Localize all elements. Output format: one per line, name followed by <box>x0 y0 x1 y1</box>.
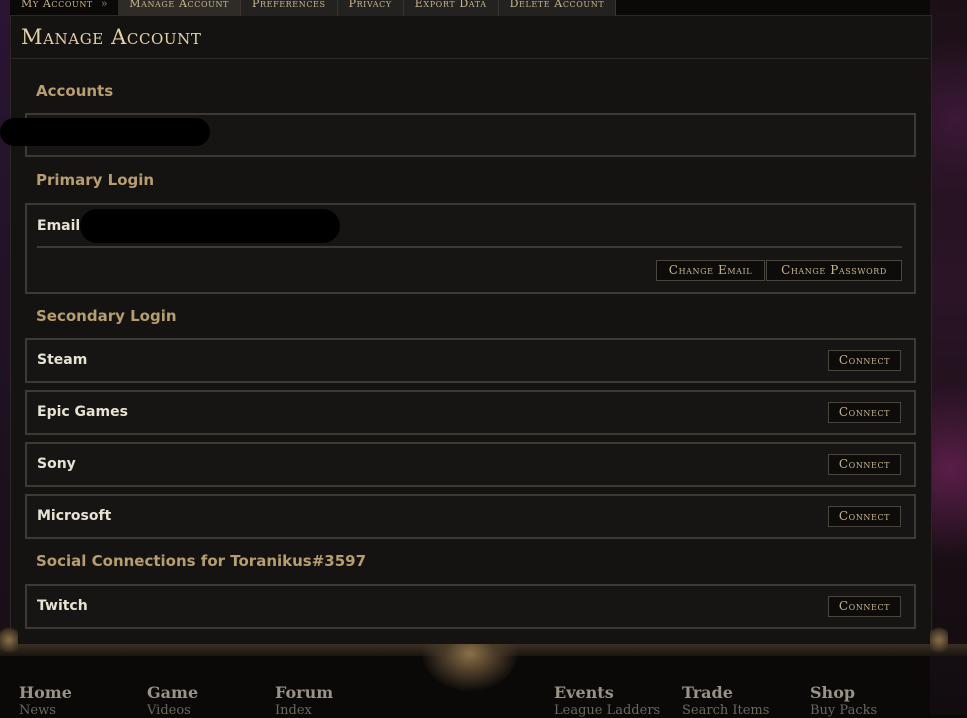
epic-games-row: Epic Games Connect <box>25 390 916 435</box>
tab-privacy[interactable]: Privacy <box>337 0 404 16</box>
footer-column-events: Events League Ladders <box>554 683 660 718</box>
sony-connect-button[interactable]: Connect <box>828 454 901 475</box>
frame-corner-right <box>930 625 948 655</box>
epic-games-label: Epic Games <box>37 404 128 420</box>
footer-column-home: Home News <box>19 683 72 718</box>
microsoft-label: Microsoft <box>37 508 112 524</box>
account-tabs: My Account » Manage Account Preferences … <box>10 0 617 16</box>
footer-link-index[interactable]: Index <box>275 703 333 718</box>
breadcrumb-separator: » <box>100 0 109 10</box>
title-divider <box>11 58 929 59</box>
frame-corner-left <box>0 625 18 655</box>
breadcrumb-my-account[interactable]: My Account » <box>10 0 118 16</box>
footer-column-trade: Trade Search Items <box>682 683 769 718</box>
footer-link-search-items[interactable]: Search Items <box>682 703 769 718</box>
microsoft-row: Microsoft Connect <box>25 494 916 539</box>
tab-delete-account[interactable]: Delete Account <box>498 0 617 16</box>
footer-link-game[interactable]: Game <box>147 683 198 702</box>
sony-label: Sony <box>37 456 76 472</box>
twitch-label: Twitch <box>37 598 88 614</box>
footer-link-events[interactable]: Events <box>554 683 660 702</box>
email-divider <box>37 246 902 248</box>
tab-preferences[interactable]: Preferences <box>241 0 338 16</box>
change-email-button[interactable]: Change Email <box>656 260 765 281</box>
microsoft-connect-button[interactable]: Connect <box>828 506 901 527</box>
redacted-email <box>80 209 340 243</box>
left-background <box>0 0 10 645</box>
page-title: Manage Account <box>21 25 202 49</box>
footer-link-trade[interactable]: Trade <box>682 683 769 702</box>
footer-link-videos[interactable]: Videos <box>147 703 198 718</box>
twitch-connect-button[interactable]: Connect <box>828 596 901 617</box>
social-connections-heading: Social Connections for Toranikus#3597 <box>36 552 367 570</box>
breadcrumb-label: My Account <box>21 0 93 10</box>
tab-manage-account[interactable]: Manage Account <box>118 0 241 16</box>
footer-column-forum: Forum Index <box>275 683 333 718</box>
twitch-row: Twitch Connect <box>25 584 916 629</box>
footer-link-news[interactable]: News <box>19 703 72 718</box>
redacted-account <box>0 118 210 146</box>
footer-column-game: Game Videos <box>147 683 198 718</box>
footer-link-league-ladders[interactable]: League Ladders <box>554 703 660 718</box>
footer-link-home[interactable]: Home <box>19 683 72 702</box>
steam-label: Steam <box>37 352 88 368</box>
tab-export-data[interactable]: Export Data <box>403 0 499 16</box>
footer-link-forum[interactable]: Forum <box>275 683 333 702</box>
footer-ornament <box>420 644 520 692</box>
footer-column-shop: Shop Buy Packs <box>810 683 877 718</box>
steam-row: Steam Connect <box>25 338 916 383</box>
change-password-button[interactable]: Change Password <box>766 260 902 281</box>
right-background <box>930 0 967 715</box>
steam-connect-button[interactable]: Connect <box>828 350 901 371</box>
footer-link-buy-packs[interactable]: Buy Packs <box>810 703 877 718</box>
accounts-heading: Accounts <box>36 82 114 100</box>
sony-row: Sony Connect <box>25 442 916 487</box>
email-label: Email <box>37 218 81 234</box>
primary-login-heading: Primary Login <box>36 171 155 189</box>
secondary-login-heading: Secondary Login <box>36 307 177 325</box>
footer-link-shop[interactable]: Shop <box>810 683 877 702</box>
epic-games-connect-button[interactable]: Connect <box>828 402 901 423</box>
